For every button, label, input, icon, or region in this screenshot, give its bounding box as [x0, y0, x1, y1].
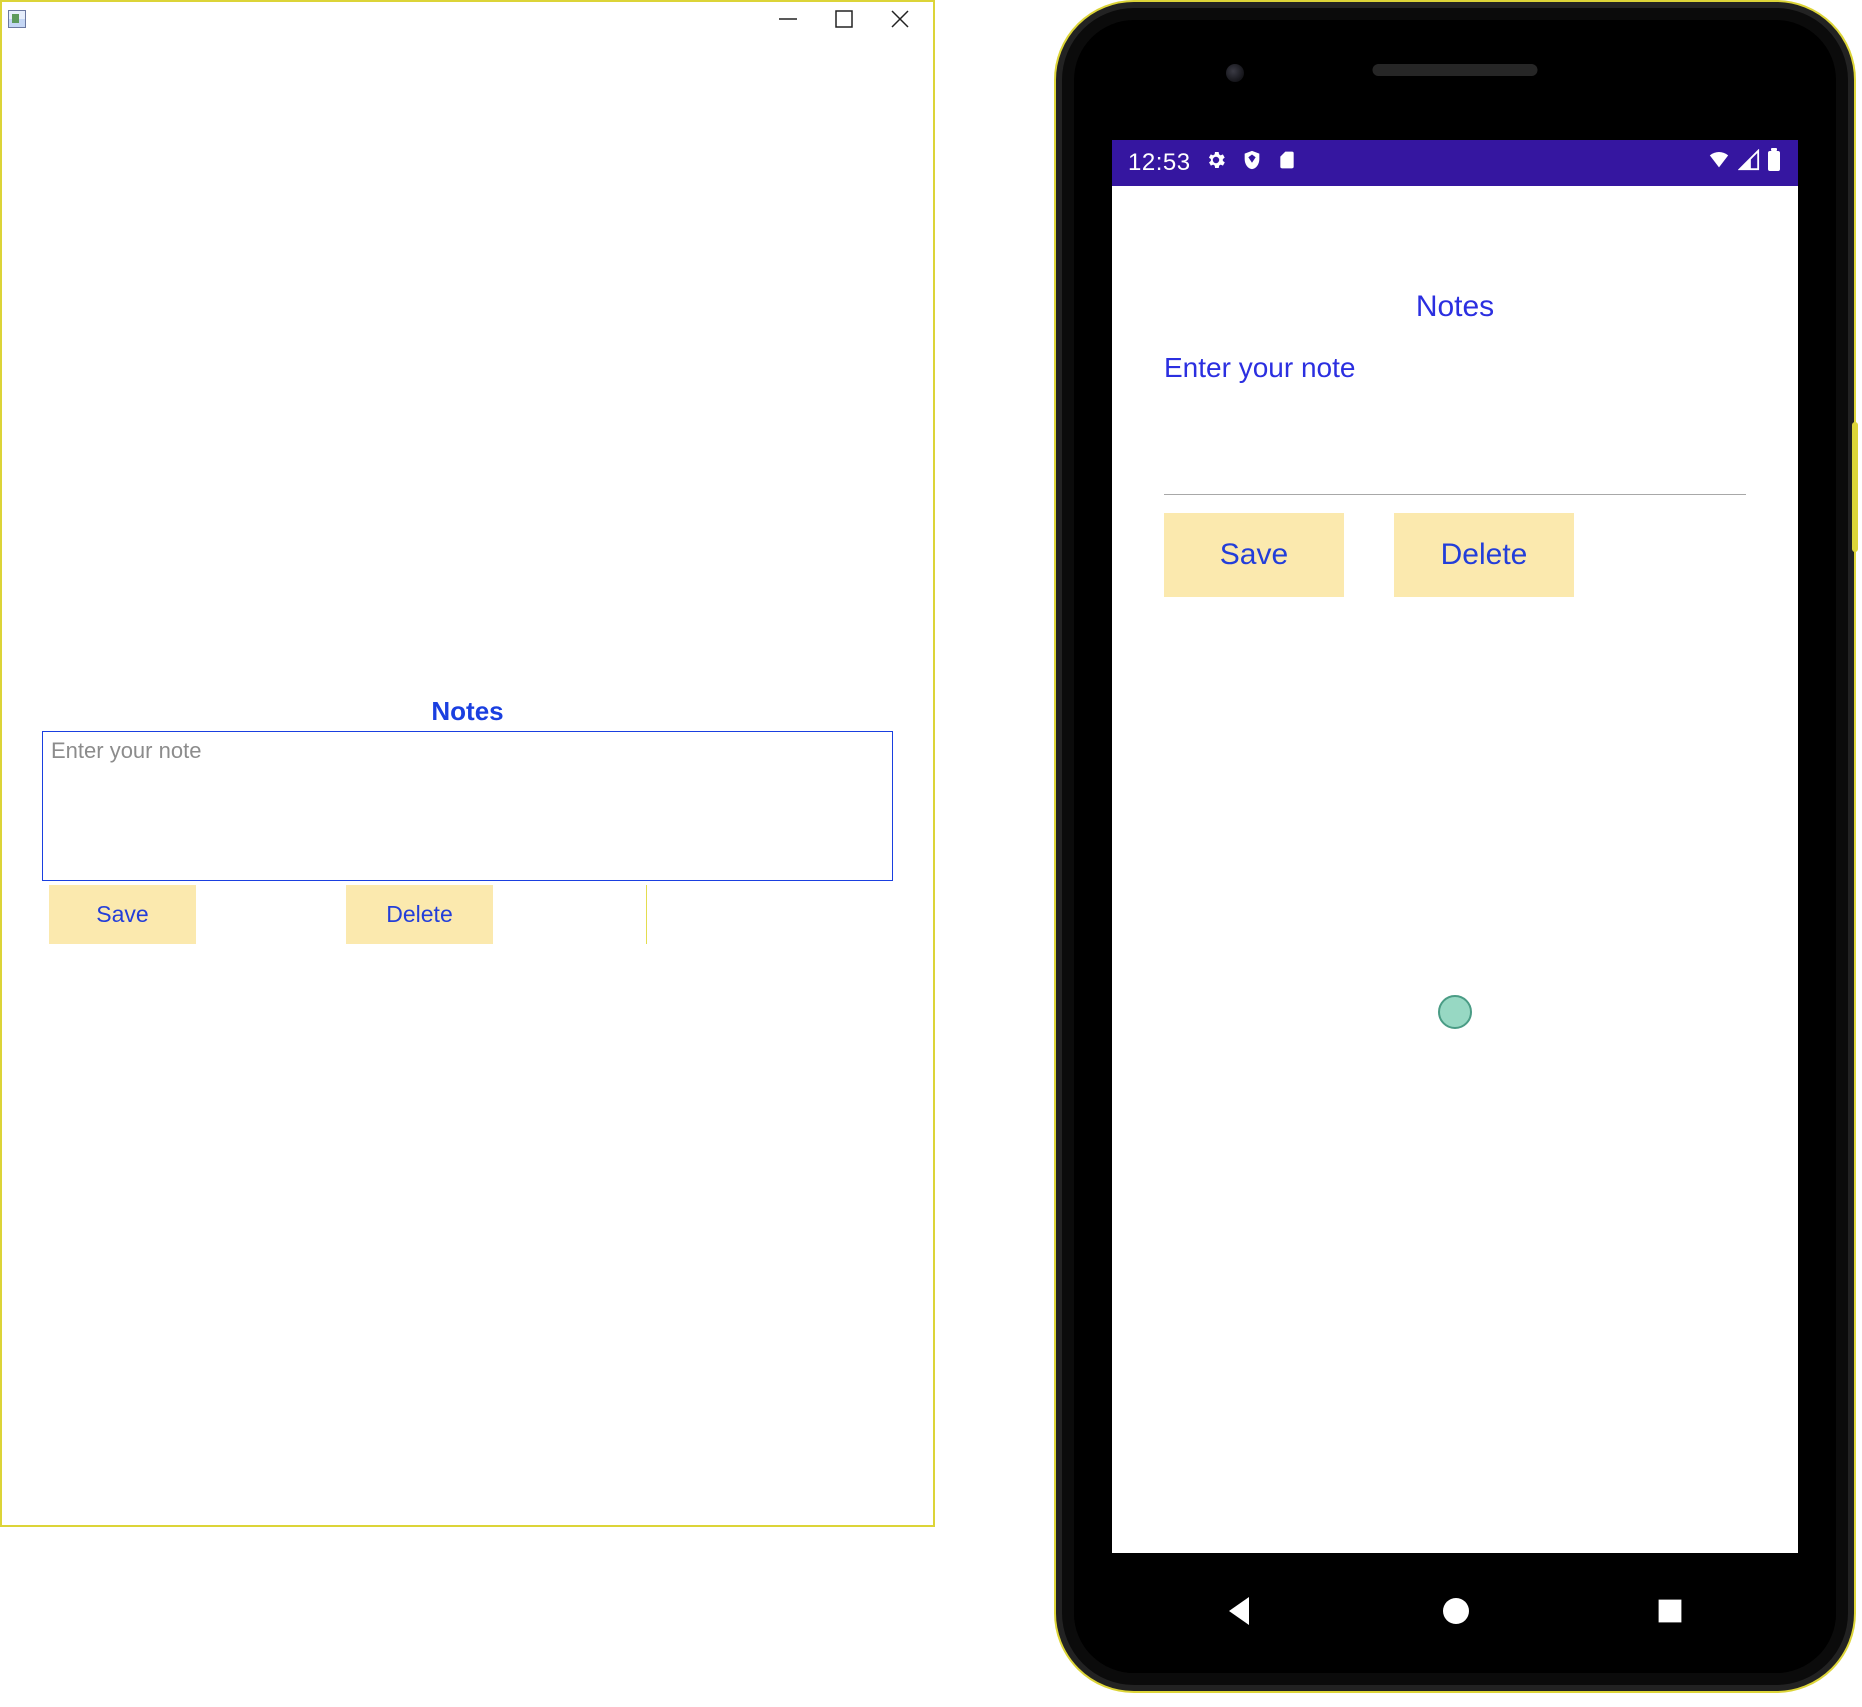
minimize-icon[interactable]	[771, 7, 805, 31]
touch-indicator-icon	[1438, 995, 1472, 1029]
shield-icon	[1241, 149, 1263, 178]
button-row: Save Delete	[2, 885, 933, 944]
delete-button[interactable]: Delete	[346, 885, 493, 944]
sd-card-icon	[1277, 149, 1297, 178]
nav-back-icon[interactable]	[1221, 1591, 1261, 1636]
phone-frame: 12:53	[1054, 0, 1856, 1693]
phone-camera	[1226, 64, 1244, 82]
note-input-placeholder: Enter your note	[1164, 352, 1746, 384]
window-controls	[771, 7, 927, 31]
nav-home-icon[interactable]	[1436, 1591, 1476, 1636]
phone-speaker	[1373, 64, 1538, 76]
desktop-content: Notes Save Delete	[2, 36, 933, 944]
page-title: Notes	[2, 696, 933, 727]
save-button[interactable]: Save	[1164, 513, 1344, 597]
desktop-body: Notes Save Delete	[2, 36, 933, 1525]
page-title: Notes	[1164, 290, 1746, 324]
button-row: Save Delete	[1164, 513, 1746, 597]
maximize-icon[interactable]	[827, 7, 861, 31]
phone-inner: 12:53	[1074, 20, 1836, 1673]
signal-icon	[1738, 149, 1760, 178]
note-input-wrap[interactable]: Enter your note	[1164, 352, 1746, 495]
wifi-icon	[1706, 149, 1732, 178]
note-input[interactable]	[51, 738, 884, 874]
nav-recent-icon[interactable]	[1651, 1592, 1689, 1635]
statusbar-time: 12:53	[1128, 149, 1191, 177]
desktop-window: Notes Save Delete	[0, 0, 935, 1527]
battery-icon	[1766, 148, 1782, 179]
note-editor	[42, 731, 893, 881]
statusbar: 12:53	[1112, 140, 1798, 186]
divider	[646, 885, 647, 944]
app-icon	[8, 10, 26, 28]
phone-side-button	[1852, 422, 1858, 552]
android-nav-bar	[1074, 1553, 1836, 1673]
save-button[interactable]: Save	[49, 885, 196, 944]
phone-screen: 12:53	[1112, 140, 1798, 1553]
close-icon[interactable]	[883, 7, 917, 31]
delete-button[interactable]: Delete	[1394, 513, 1574, 597]
gear-icon	[1205, 149, 1227, 178]
input-underline	[1164, 494, 1746, 495]
titlebar	[2, 2, 933, 36]
phone-content: Notes Enter your note Save Delete	[1112, 186, 1798, 597]
